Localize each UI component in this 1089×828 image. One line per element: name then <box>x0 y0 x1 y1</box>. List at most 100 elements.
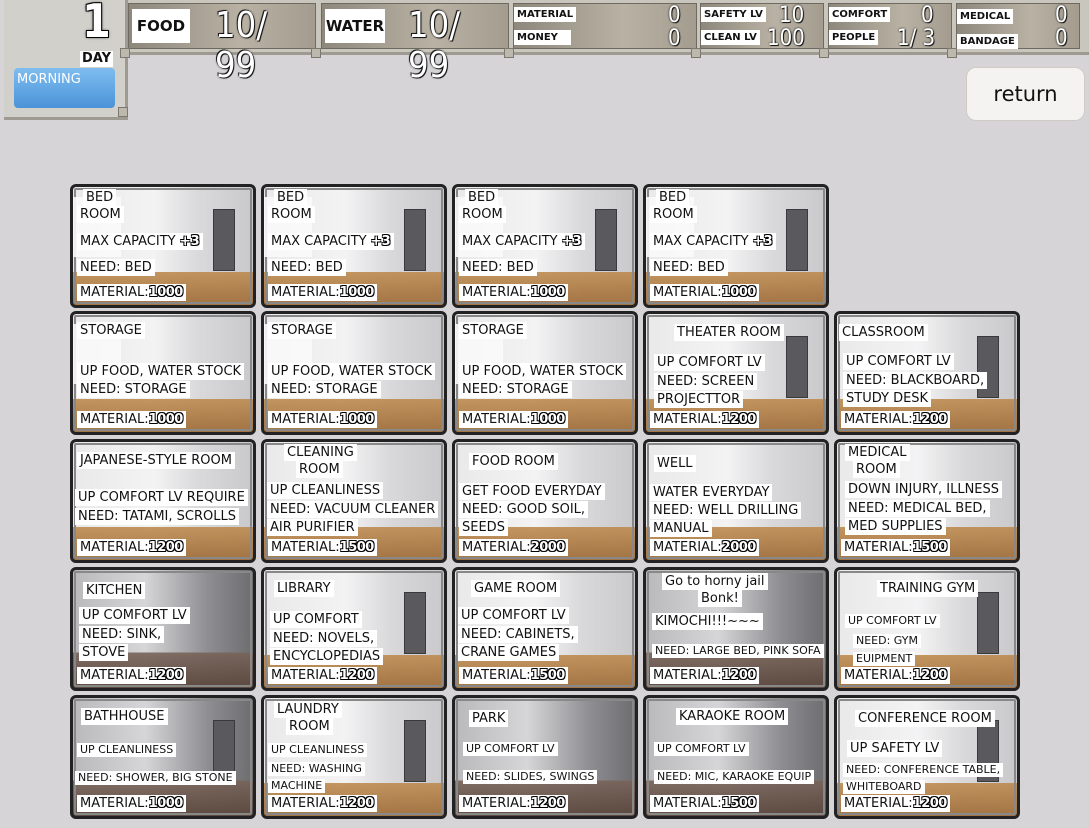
day-panel: 1 DAY MORNING <box>4 0 128 120</box>
room-effect: UP COMFORT LV <box>654 742 749 756</box>
room-card-storage[interactable]: STORAGE UP FOOD, WATER STOCK NEED: STORA… <box>70 311 256 435</box>
room-requirement: ENCYCLOPEDIAS <box>270 648 384 665</box>
room-title: BED <box>465 189 499 206</box>
bandage-label: BANDAGE <box>957 34 1018 49</box>
room-door-decor <box>595 209 617 271</box>
room-requirement: NEED: CABINETS, <box>458 626 578 643</box>
room-door-decor <box>786 209 808 271</box>
room-requirement: NEED: SINK, <box>79 626 165 643</box>
return-button[interactable]: return <box>966 67 1085 121</box>
room-door-decor <box>404 592 426 654</box>
room-effect: UP COMFORT LV <box>843 353 954 370</box>
room-card-storage[interactable]: STORAGE UP FOOD, WATER STOCK NEED: STORA… <box>452 311 638 435</box>
room-card-well[interactable]: WELL WATER EVERYDAY NEED: WELL DRILLING … <box>643 439 829 563</box>
room-card-bed-room[interactable]: BED ROOM MAX CAPACITY +3 NEED: BED MATER… <box>452 184 638 308</box>
day-number: 1 <box>82 0 111 48</box>
room-cost: MATERIAL:1000 <box>459 284 568 301</box>
room-effect: UP COMFORT LV <box>845 614 940 628</box>
room-title: ROOM <box>650 206 697 223</box>
room-requirement: NEED: WASHING <box>268 762 365 776</box>
room-title: CLEANING <box>284 444 357 461</box>
room-door-decor <box>404 720 426 782</box>
water-value: 10/ 99 <box>408 5 461 86</box>
room-effect: UP FOOD, WATER STOCK <box>459 363 627 380</box>
room-requirement: MACHINE <box>268 779 326 793</box>
room-requirement: NEED: BLACKBOARD, <box>843 372 988 389</box>
bandage-value: 0 <box>1055 26 1068 51</box>
room-cost: MATERIAL:1000 <box>268 284 377 301</box>
room-cost: MATERIAL:1200 <box>841 667 950 684</box>
room-requirement: WHITEBOARD <box>843 780 925 794</box>
room-requirement: NEED: NOVELS, <box>270 630 378 647</box>
room-requirement: NEED: WELL DRILLING <box>650 502 802 519</box>
comfort-label: COMFORT <box>829 7 891 22</box>
room-card-cleaning-room[interactable]: CLEANING ROOM UP CLEANLINESS NEED: VACUU… <box>261 439 447 563</box>
material-label: MATERIAL <box>514 7 577 22</box>
room-effect: MAX CAPACITY +3 <box>268 233 394 250</box>
room-card-theater-room[interactable]: THEATER ROOM UP COMFORT LV NEED: SCREEN … <box>643 311 829 435</box>
medical-label: MEDICAL <box>957 9 1014 24</box>
room-effect: UP COMFORT LV <box>458 607 569 624</box>
bar-corner-icon <box>819 48 829 58</box>
room-card-library[interactable]: LIBRARY UP COMFORT NEED: NOVELS, ENCYCLO… <box>261 567 447 691</box>
room-title: FOOD ROOM <box>469 453 558 470</box>
room-cost: MATERIAL:1200 <box>268 795 377 812</box>
room-cost: MATERIAL:1000 <box>459 411 568 428</box>
room-card-bed-room[interactable]: BED ROOM MAX CAPACITY +3 NEED: BED MATER… <box>261 184 447 308</box>
room-cost: MATERIAL:1000 <box>77 411 186 428</box>
room-card-japanese-style-room[interactable]: JAPANESE-STYLE ROOM UP COMFORT LV REQUIR… <box>70 439 256 563</box>
room-card-storage[interactable]: STORAGE UP FOOD, WATER STOCK NEED: STORA… <box>261 311 447 435</box>
clean-lv-label: CLEAN LV <box>701 30 760 45</box>
room-requirement: MED SUPPLIES <box>845 518 946 535</box>
bar-corner-icon <box>120 48 130 58</box>
room-card-laundry-room[interactable]: LAUNDRY ROOM UP CLEANLINESS NEED: WASHIN… <box>261 695 447 819</box>
room-card-game-room[interactable]: GAME ROOM UP COMFORT LV NEED: CABINETS, … <box>452 567 638 691</box>
room-card-bed-room[interactable]: BED ROOM MAX CAPACITY +3 NEED: BED MATER… <box>70 184 256 308</box>
medical-value: 0 <box>1055 3 1068 28</box>
room-cost: MATERIAL:1500 <box>268 539 377 556</box>
room-card-park[interactable]: PARK UP COMFORT LV NEED: SLIDES, SWINGS … <box>452 695 638 819</box>
room-cost: MATERIAL:1200 <box>650 667 759 684</box>
bar-corner-icon <box>691 48 701 58</box>
room-door-decor <box>213 209 235 271</box>
room-title: CLASSROOM <box>839 324 928 341</box>
room-requirement: NEED: SHOWER, BIG STONE <box>75 771 236 785</box>
room-title: Bonk! <box>698 590 742 607</box>
room-card-training-gym[interactable]: TRAINING GYM UP COMFORT LV NEED: GYM EUI… <box>834 567 1020 691</box>
room-card-karaoke-room[interactable]: KARAOKE ROOM UP COMFORT LV NEED: MIC, KA… <box>643 695 829 819</box>
room-title: LAUNDRY <box>274 701 342 718</box>
room-card-conference-room[interactable]: CONFERENCE ROOM UP SAFETY LV NEED: CONFE… <box>834 695 1020 819</box>
room-effect: UP COMFORT LV <box>463 742 558 756</box>
room-card-kitchen[interactable]: KITCHEN UP COMFORT LV NEED: SINK, STOVE … <box>70 567 256 691</box>
room-cost: MATERIAL:1200 <box>77 539 186 556</box>
room-card-medical-room[interactable]: MEDICAL ROOM DOWN INJURY, ILLNESS NEED: … <box>834 439 1020 563</box>
room-title: JAPANESE-STYLE ROOM <box>77 452 235 469</box>
room-card-food-room[interactable]: FOOD ROOM GET FOOD EVERYDAY NEED: GOOD S… <box>452 439 638 563</box>
room-cost: MATERIAL:1000 <box>77 284 186 301</box>
room-effect: DOWN INJURY, ILLNESS <box>845 481 1003 498</box>
room-cost: MATERIAL:2000 <box>650 539 759 556</box>
room-title: ROOM <box>77 206 124 223</box>
room-title: BED <box>83 189 117 206</box>
room-cost: MATERIAL:1200 <box>841 795 950 812</box>
room-requirement: NEED: CONFERENCE TABLE, <box>843 763 1004 777</box>
panel-corner-icon <box>118 107 128 117</box>
room-cost: MATERIAL:1200 <box>77 667 186 684</box>
room-card-horny-jail[interactable]: Go to horny jail Bonk! KIMOCHI!!!~~~ NEE… <box>643 567 829 691</box>
room-effect: KIMOCHI!!!~~~ <box>652 613 763 630</box>
room-title: MEDICAL <box>845 444 910 461</box>
room-cost: MATERIAL:1000 <box>268 411 377 428</box>
room-effect: MAX CAPACITY +3 <box>77 233 203 250</box>
room-title: ROOM <box>296 461 343 478</box>
room-requirement: CRANE GAMES <box>458 644 560 661</box>
room-effect: GET FOOD EVERYDAY <box>459 483 605 500</box>
room-title: ROOM <box>286 718 333 735</box>
room-effect: WATER EVERYDAY <box>650 484 773 501</box>
room-title: ROOM <box>853 461 900 478</box>
material-value: 0 <box>668 3 681 28</box>
room-card-bed-room[interactable]: BED ROOM MAX CAPACITY +3 NEED: BED MATER… <box>643 184 829 308</box>
room-card-bathhouse[interactable]: BATHHOUSE UP CLEANLINESS NEED: SHOWER, B… <box>70 695 256 819</box>
room-card-classroom[interactable]: CLASSROOM UP COMFORT LV NEED: BLACKBOARD… <box>834 311 1020 435</box>
room-cost: MATERIAL:1000 <box>650 284 759 301</box>
water-stat: WATER 10/ 99 <box>321 3 509 86</box>
